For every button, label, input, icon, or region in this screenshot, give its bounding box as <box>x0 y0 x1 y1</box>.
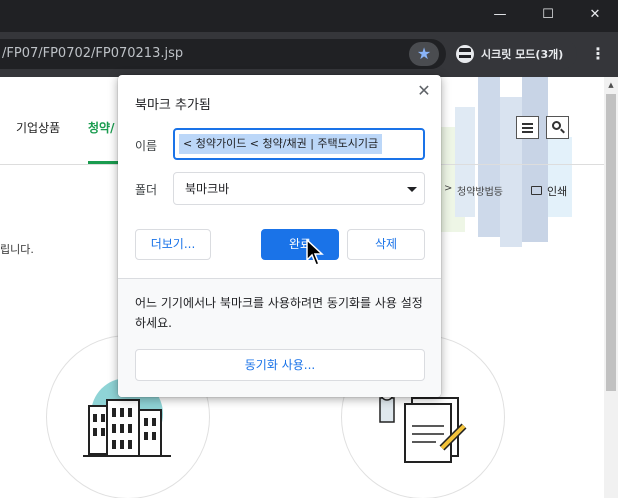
sync-message: 어느 기기에서나 북마크를 사용하려면 동기화를 사용 설정하세요. <box>135 296 423 330</box>
decor-column <box>478 77 500 237</box>
decor-column <box>455 107 475 217</box>
incognito-indicator[interactable]: 시크릿 모드(3개) <box>451 39 577 69</box>
print-icon[interactable] <box>531 186 542 195</box>
scroll-up-arrow[interactable]: ▲ <box>604 81 618 89</box>
hamburger-icon <box>522 127 533 129</box>
scrollbar-thumb[interactable] <box>606 94 616 391</box>
hamburger-icon <box>522 123 533 125</box>
folder-select[interactable]: 북마크바 <box>173 172 425 205</box>
address-bar[interactable]: /FP07/FP0702/FP070213.jsp ★ <box>0 39 446 69</box>
close-icon[interactable]: ✕ <box>414 81 434 101</box>
name-label: 이름 <box>135 139 158 153</box>
decor-column <box>522 77 548 242</box>
url-text[interactable]: /FP07/FP0702/FP070213.jsp <box>2 46 183 61</box>
done-button[interactable]: 완료 <box>261 229 339 260</box>
bookmark-name-input[interactable]: < 청약가이드 < 청약/채권 | 주택도시기금 <box>173 128 425 160</box>
bookmark-added-dialog: 북마크 추가됨 ✕ 이름 < 청약가이드 < 청약/채권 | 주택도시기금 폴더… <box>118 75 441 397</box>
star-icon: ★ <box>416 44 432 63</box>
decor-column <box>548 137 572 217</box>
minimize-button[interactable]: — <box>477 0 523 32</box>
page-scrollbar[interactable]: ▲ <box>604 77 618 498</box>
hamburger-icon <box>522 131 533 133</box>
site-menu-button[interactable] <box>516 116 539 139</box>
print-button[interactable]: 인쇄 <box>547 183 567 199</box>
close-window-button[interactable]: ✕ <box>572 0 618 32</box>
more-button[interactable]: 더보기... <box>135 229 211 260</box>
browser-toolbar: /FP07/FP0702/FP070213.jsp ★ 시크릿 모드(3개) ⋮ <box>0 32 618 77</box>
nav-item-subscription[interactable]: 청약/ <box>88 119 114 136</box>
delete-button[interactable]: 삭제 <box>347 229 425 260</box>
sync-promo: 어느 기기에서나 북마크를 사용하려면 동기화를 사용 설정하세요. 동기화 사… <box>118 279 441 397</box>
maximize-button[interactable]: ☐ <box>525 0 571 32</box>
folder-value: 북마크바 <box>185 182 230 196</box>
search-icon-handle <box>560 128 565 134</box>
folder-label: 폴더 <box>135 183 158 197</box>
mouse-cursor-icon <box>306 239 324 266</box>
dialog-title: 북마크 추가됨 <box>135 98 211 113</box>
browser-menu-button[interactable]: ⋮ <box>588 41 608 67</box>
breadcrumb-item[interactable]: 청약방법등 <box>457 183 503 198</box>
enable-sync-button[interactable]: 동기화 사용... <box>135 349 425 381</box>
title-bar: — ☐ ✕ <box>0 0 618 32</box>
incognito-label: 시크릿 모드(3개) <box>481 48 564 61</box>
nav-item-corporate-products[interactable]: 기업상품 <box>16 119 60 136</box>
body-text: 립니다. <box>0 243 34 256</box>
bookmark-star-button[interactable]: ★ <box>409 42 439 66</box>
bookmark-name-value[interactable]: < 청약가이드 < 청약/채권 | 주택도시기금 <box>179 134 383 154</box>
site-search-button[interactable] <box>546 116 569 139</box>
incognito-icon <box>456 45 474 63</box>
breadcrumb-separator: > <box>444 183 453 194</box>
chevron-down-icon <box>407 187 417 192</box>
